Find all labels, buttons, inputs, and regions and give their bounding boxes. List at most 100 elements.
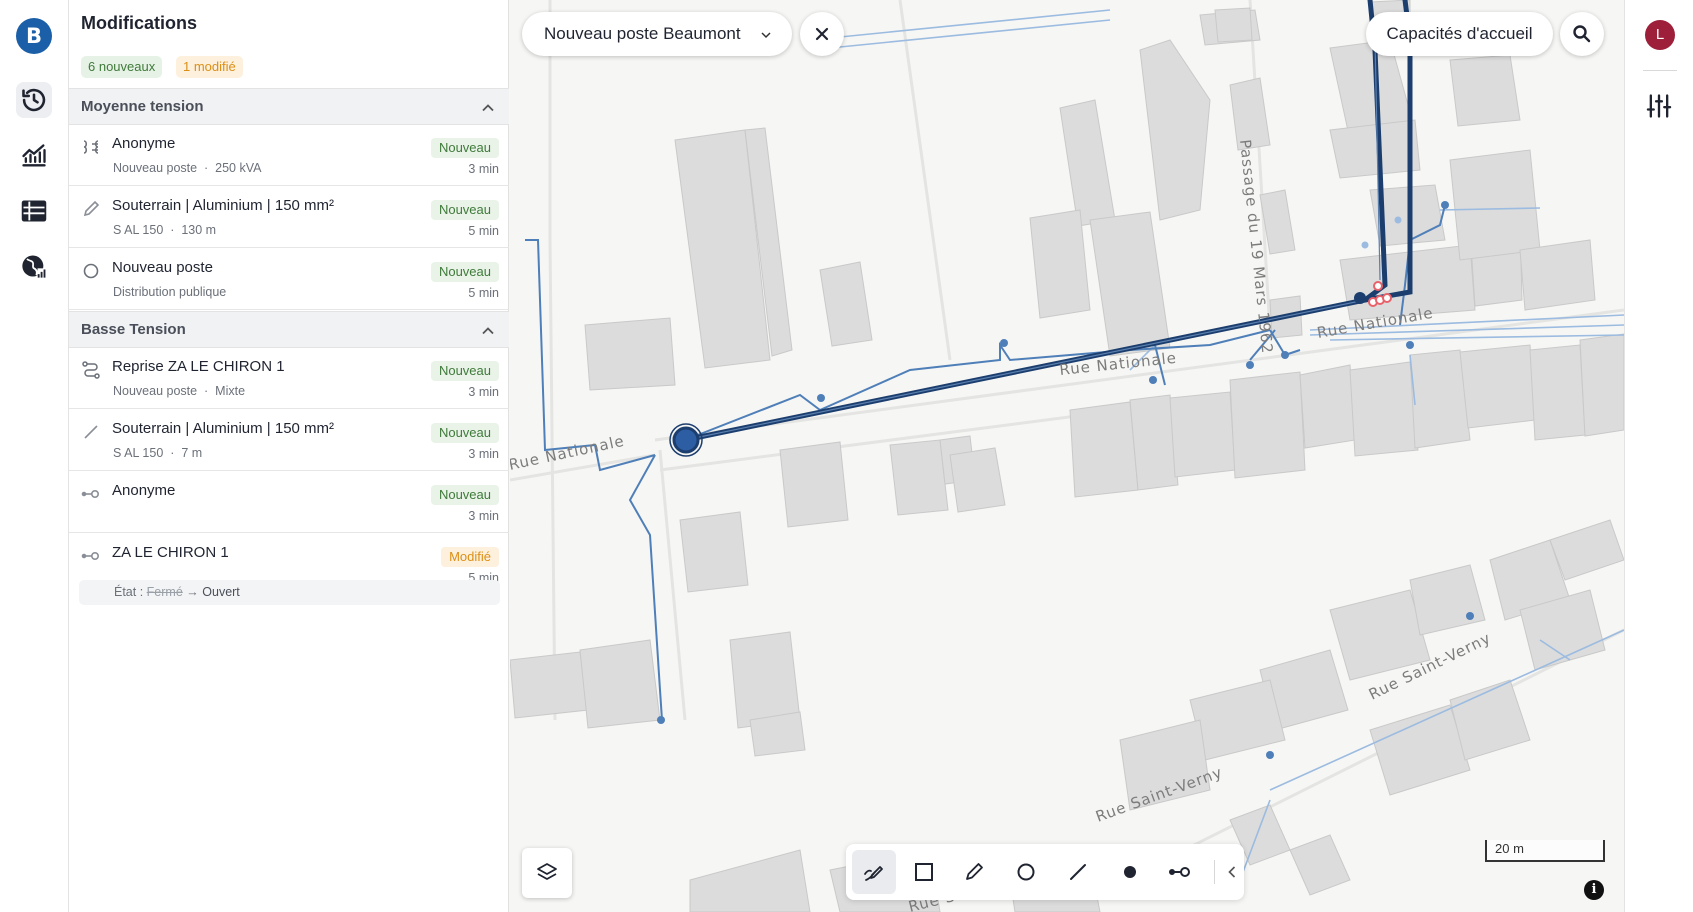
item-time: 5 min [468, 224, 499, 238]
circle-icon [83, 263, 99, 279]
collapse-toolbar-button[interactable] [1222, 850, 1242, 894]
map-scale: 20 m [1485, 840, 1605, 862]
search-icon [1573, 25, 1591, 43]
toolbar-divider [1214, 860, 1215, 884]
search-button[interactable] [1560, 12, 1604, 56]
pencil-icon [966, 863, 983, 880]
avatar[interactable]: L [1645, 20, 1675, 50]
item-title: ZA LE CHIRON 1 [112, 544, 229, 561]
item-time: 3 min [468, 385, 499, 399]
switch-icon [81, 552, 100, 561]
map-canvas[interactable]: Rue Nationale Rue Nationale Rue National… [510, 0, 1624, 912]
pencil-tool[interactable] [952, 850, 996, 894]
left-rail: B [0, 0, 69, 912]
list-item[interactable]: Nouveau poste Distribution publique Nouv… [69, 249, 509, 310]
history-icon [22, 88, 46, 112]
filter-settings-icon[interactable] [1645, 92, 1673, 120]
network-button[interactable] [16, 248, 52, 284]
modifications-panel: Modifications 6 nouveaux 1 modifié Moyen… [69, 0, 509, 912]
drawing-toolbar [846, 844, 1244, 900]
layers-icon [537, 863, 557, 880]
switch-icon [81, 490, 100, 499]
globe-icon [22, 255, 47, 279]
capacities-button[interactable]: Capacités d'accueil [1366, 12, 1553, 56]
chevron-up-icon [482, 327, 494, 335]
detail-label: État : [114, 585, 144, 599]
switch-icon [1169, 867, 1190, 877]
item-title: Souterrain | Aluminium | 150 mm² [112, 197, 335, 214]
capacities-label: Capacités d'accueil [1386, 24, 1533, 43]
section-label: Basse Tension [81, 321, 186, 338]
status-badge: Nouveau [430, 138, 499, 158]
item-title: Anonyme [112, 135, 176, 152]
item-subtitle: Distribution publique [113, 285, 227, 299]
point-icon [1124, 866, 1136, 878]
project-select[interactable]: Nouveau poste Beaumont [522, 12, 792, 56]
item-title: Nouveau poste [112, 259, 213, 276]
item-time: 3 min [468, 447, 499, 461]
table-icon [21, 200, 47, 222]
item-subtitle: Nouveau poste · 250 kVA [113, 161, 262, 175]
item-time: 5 min [468, 286, 499, 300]
item-time: 3 min [468, 162, 499, 176]
chevron-up-icon [482, 104, 494, 112]
item-title: Souterrain | Aluminium | 150 mm² [112, 420, 335, 437]
list-item[interactable]: Reprise ZA LE CHIRON 1 Nouveau poste · M… [69, 348, 509, 409]
status-badge: Nouveau [430, 485, 499, 505]
status-badge: Nouveau [430, 200, 499, 220]
app-root: B Modifications 6 nouveaux 1 modifié Moy… [0, 0, 1693, 912]
close-icon [815, 27, 829, 41]
close-button[interactable] [800, 12, 844, 56]
circle-tool[interactable] [1004, 850, 1048, 894]
arrow-icon: → [186, 585, 199, 599]
route-icon [82, 361, 100, 379]
list-item[interactable]: Anonyme Nouveau poste · 250 kVA Nouveau … [69, 125, 509, 186]
rectangle-icon [915, 863, 933, 881]
status-badge: Nouveau [430, 423, 499, 443]
table-button[interactable] [16, 193, 52, 229]
item-subtitle: S AL 150 · 7 m [113, 446, 203, 460]
list-item[interactable]: Souterrain | Aluminium | 150 mm² S AL 15… [69, 410, 509, 471]
info-button[interactable]: i [1584, 880, 1604, 900]
item-title: Reprise ZA LE CHIRON 1 [112, 358, 285, 375]
status-badge: Nouveau [430, 262, 499, 282]
draw-route-tool[interactable] [852, 850, 896, 894]
status-badge: Nouveau [430, 361, 499, 381]
status-badge: Modifié [441, 547, 499, 567]
modified-count-badge: 1 modifié [176, 56, 243, 78]
right-rail: L [1624, 0, 1693, 912]
map-view[interactable]: Rue Nationale Rue Nationale Rue National… [510, 0, 1624, 912]
switch-tool[interactable] [1158, 850, 1202, 894]
app-logo[interactable]: B [16, 18, 52, 54]
point-tool[interactable] [1108, 850, 1152, 894]
substation-icon [83, 140, 99, 154]
logo-letter: B [25, 24, 42, 48]
chart-icon [22, 144, 46, 167]
project-select-label: Nouveau poste Beaumont [544, 24, 741, 43]
section-header-lv[interactable]: Basse Tension [69, 311, 509, 348]
line-tool[interactable] [1056, 850, 1100, 894]
section-label: Moyenne tension [81, 98, 204, 115]
line-icon [84, 425, 98, 439]
list-item[interactable]: Anonyme Nouveau 3 min [69, 472, 509, 533]
rectangle-tool[interactable] [902, 850, 946, 894]
section-header-mv[interactable]: Moyenne tension [69, 88, 509, 125]
chevron-down-icon [761, 32, 771, 39]
item-subtitle: S AL 150 · 130 m [113, 223, 217, 237]
layers-button[interactable] [522, 848, 572, 898]
line-icon [1070, 864, 1086, 880]
item-title: Anonyme [112, 482, 176, 499]
item-time: 3 min [468, 509, 499, 523]
state-change-detail: État : Fermé → Ouvert [79, 580, 500, 605]
divider [1643, 70, 1677, 71]
history-button[interactable] [16, 82, 52, 118]
old-state: Fermé [146, 585, 183, 599]
item-subtitle: Nouveau poste · Mixte [113, 384, 246, 398]
new-state: Ouvert [202, 585, 240, 599]
panel-title: Modifications [81, 13, 197, 33]
circle-icon [1017, 863, 1035, 881]
analytics-button[interactable] [16, 138, 52, 174]
new-count-badge: 6 nouveaux [81, 56, 163, 78]
list-item[interactable]: Souterrain | Aluminium | 150 mm² S AL 15… [69, 187, 509, 248]
chevron-left-icon [1228, 866, 1236, 878]
